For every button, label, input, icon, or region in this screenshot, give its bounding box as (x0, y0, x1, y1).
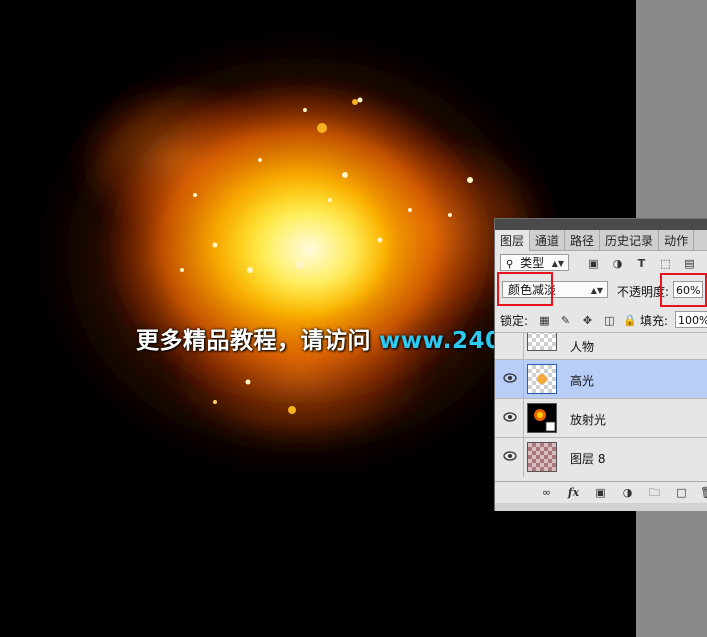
lock-all-icon[interactable]: 🔒 (623, 314, 637, 327)
smart-object-filter-icon[interactable]: ▤ (683, 257, 696, 270)
layer-row-person[interactable]: 人物 (495, 332, 707, 359)
tab-layers[interactable]: 图层 (495, 230, 531, 251)
tab-history[interactable]: 历史记录 (600, 230, 660, 250)
filter-kind-select[interactable]: ⚲ 类型 ▲▼ (500, 254, 569, 271)
visibility-toggle[interactable] (495, 438, 524, 477)
visibility-toggle[interactable] (495, 399, 524, 437)
layer-row-highlight[interactable]: 高光 (495, 359, 707, 398)
new-layer-icon[interactable]: □ (675, 486, 688, 499)
lock-label: 锁定: (500, 314, 529, 328)
visibility-toggle[interactable] (495, 333, 524, 359)
layer-thumbnail (527, 364, 557, 394)
eye-icon (503, 412, 517, 422)
fill-input[interactable]: 100% (675, 311, 707, 328)
tab-paths[interactable]: 路径 (565, 230, 601, 250)
adjustment-icon[interactable]: ◑ (621, 486, 634, 499)
lock-transparent-icon[interactable]: ▦ (538, 314, 551, 327)
fx-icon[interactable]: fx (567, 486, 580, 499)
layer-thumbnail (527, 403, 557, 433)
tab-actions[interactable]: 动作 (659, 230, 695, 250)
folder-icon[interactable]: 🗀 (648, 486, 661, 499)
eye-icon (503, 373, 517, 383)
search-icon: ⚲ (506, 259, 514, 270)
blend-mode-highlight (497, 272, 553, 306)
eye-icon (503, 451, 517, 461)
fill-label: 填充: (640, 314, 669, 328)
lock-position-icon[interactable]: ✥ (581, 314, 594, 327)
trash-icon[interactable]: 🗑 (700, 486, 707, 499)
link-icon[interactable]: ∞ (540, 486, 553, 499)
chevron-updown-icon: ▲▼ (551, 259, 564, 268)
layer-row-layer8[interactable]: 图层 8 (495, 437, 707, 477)
lock-image-icon[interactable]: ✎ (559, 314, 572, 327)
opacity-highlight (660, 273, 707, 307)
filter-row: ⚲ 类型 ▲▼ ▣ ◑ T ⬚ ▤ (495, 253, 707, 273)
layers-bottom-toolbar: ∞ fx ▣ ◑ 🗀 □ 🗑 (495, 481, 707, 504)
mask-icon[interactable]: ▣ (594, 486, 607, 499)
watermark-text: 更多精品教程，请访问 (136, 328, 371, 354)
layer-thumbnail (527, 442, 557, 472)
panel-tabs: 图层 通道 路径 历史记录 动作 (495, 230, 707, 251)
type-filter-icon[interactable]: T (635, 257, 648, 270)
chevron-updown-icon: ▲▼ (590, 286, 603, 295)
layer-name[interactable]: 高光 (570, 372, 594, 389)
filter-kind-label: 类型 (520, 256, 545, 270)
lock-row: 锁定: ▦ ✎ ✥ ◫ 🔒 填充: 100% (495, 309, 707, 331)
panel-header[interactable] (495, 219, 707, 230)
layer-row-radial-light[interactable]: 放射光 (495, 398, 707, 437)
lock-artboard-icon[interactable]: ◫ (603, 314, 616, 327)
pixel-filter-icon[interactable]: ▣ (587, 257, 600, 270)
layer-name[interactable]: 放射光 (570, 411, 606, 428)
shape-filter-icon[interactable]: ⬚ (659, 257, 672, 270)
layers-panel: 图层 通道 路径 历史记录 动作 ⚲ 类型 ▲▼ ▣ ◑ T ⬚ ▤ 颜色减淡 … (494, 218, 707, 511)
panel-resize-handle[interactable] (495, 503, 707, 511)
adjustment-filter-icon[interactable]: ◑ (611, 257, 624, 270)
layer-thumbnail (527, 333, 557, 351)
visibility-toggle[interactable] (495, 360, 524, 398)
layer-name[interactable]: 人物 (570, 338, 594, 355)
tab-channels[interactable]: 通道 (530, 230, 566, 250)
layer-name[interactable]: 图层 8 (570, 450, 605, 467)
